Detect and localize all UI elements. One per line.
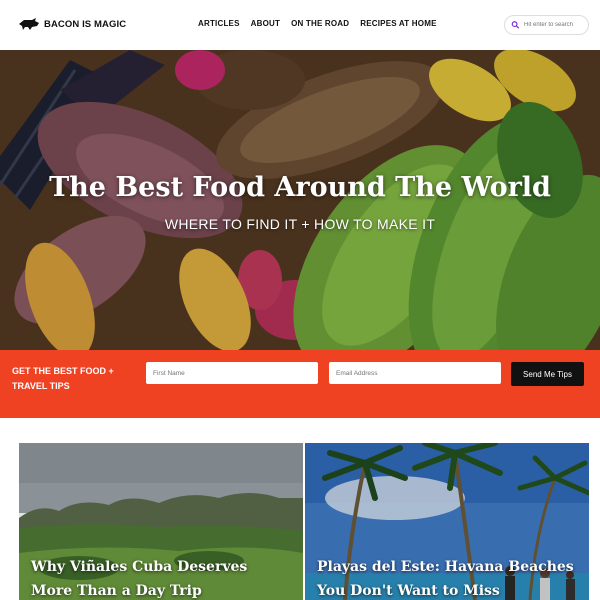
search-box[interactable] bbox=[504, 15, 589, 35]
article-card[interactable]: Playas del Este: Havana Beaches You Don'… bbox=[305, 443, 589, 600]
newsletter-signup: GET THE BEST FOOD + TRAVEL TIPS Send Me … bbox=[0, 350, 600, 418]
hero-title: The Best Food Around The World bbox=[49, 172, 551, 203]
logo-text: BACON IS MAGIC bbox=[44, 18, 127, 30]
nav-on-the-road[interactable]: ON THE ROAD bbox=[291, 19, 349, 28]
article-title: Playas del Este: Havana Beaches You Don'… bbox=[317, 559, 574, 599]
signup-label: GET THE BEST FOOD + TRAVEL TIPS bbox=[12, 366, 114, 391]
first-name-field[interactable] bbox=[146, 362, 318, 384]
hero-banner: The Best Food Around The World WHERE TO … bbox=[0, 50, 600, 350]
email-field[interactable] bbox=[329, 362, 501, 384]
article-card[interactable]: Why Viñales Cuba Deserves More Than a Da… bbox=[19, 443, 303, 600]
article-title: Why Viñales Cuba Deserves More Than a Da… bbox=[31, 559, 248, 599]
hero-subtitle: WHERE TO FIND IT + HOW TO MAKE IT bbox=[164, 216, 436, 232]
pig-logo-icon bbox=[19, 18, 39, 30]
site-header: BACON IS MAGIC ARTICLES ABOUT ON THE ROA… bbox=[0, 0, 600, 50]
nav-about[interactable]: ABOUT bbox=[251, 19, 280, 28]
search-input[interactable] bbox=[524, 22, 588, 28]
nav-recipes-at-home[interactable]: RECIPES AT HOME bbox=[360, 19, 436, 28]
main-nav: ARTICLES ABOUT ON THE ROAD RECIPES AT HO… bbox=[198, 19, 437, 28]
nav-articles[interactable]: ARTICLES bbox=[198, 19, 240, 28]
search-icon bbox=[511, 21, 520, 29]
site-logo[interactable]: BACON IS MAGIC bbox=[18, 14, 126, 34]
send-me-tips-button[interactable]: Send Me Tips bbox=[511, 362, 584, 386]
